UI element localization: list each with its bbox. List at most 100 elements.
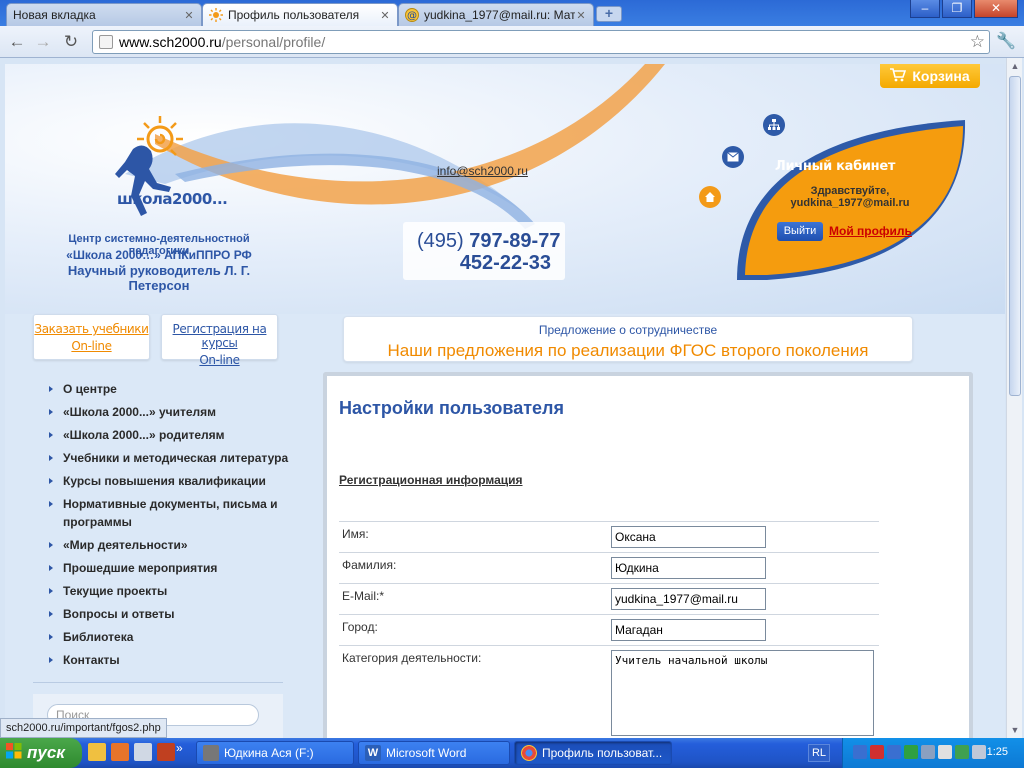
cart-button[interactable]: Корзина xyxy=(880,64,980,88)
display-icon[interactable] xyxy=(972,745,986,759)
task-explorer[interactable]: Юдкина Ася (F:) xyxy=(196,741,354,765)
word-icon: W xyxy=(365,745,381,761)
scrollbar-thumb[interactable] xyxy=(1009,76,1021,396)
sidebar-item[interactable]: «Школа 2000...» учителям xyxy=(43,403,293,421)
promo-banner[interactable]: Предложение о сотрудничестве Наши предло… xyxy=(343,316,913,362)
sitemap-icon[interactable] xyxy=(763,114,785,136)
tab-strip: Новая вкладка ✕ Профиль пользователя ✕ @… xyxy=(0,0,1024,26)
wrench-icon[interactable]: 🔧 xyxy=(996,31,1016,51)
form-row: Имя: Оксана xyxy=(339,521,879,553)
reload-icon[interactable]: ↻ xyxy=(60,31,82,53)
window-icon[interactable] xyxy=(134,743,152,761)
antivirus-icon[interactable] xyxy=(870,745,884,759)
folder-icon[interactable] xyxy=(88,743,106,761)
scroll-down-icon[interactable]: ▼ xyxy=(1009,724,1021,736)
activity-textarea[interactable]: Учитель начальной школы xyxy=(611,650,874,736)
settings-icon[interactable] xyxy=(921,745,935,759)
promo-title: Предложение о сотрудничестве xyxy=(538,323,718,337)
form-row: Фамилия: Юдкина xyxy=(339,552,879,584)
task-label: Юдкина Ася (F:) xyxy=(224,746,314,760)
city-input[interactable]: Магадан xyxy=(611,619,766,641)
volume-icon[interactable] xyxy=(938,745,952,759)
update-icon[interactable] xyxy=(904,745,918,759)
back-arrow-icon[interactable]: ← xyxy=(6,31,28,53)
url-path: /personal/profile/ xyxy=(221,34,326,50)
sidebar-item[interactable]: Текущие проекты xyxy=(43,582,293,600)
new-tab-button[interactable]: + xyxy=(596,6,622,22)
network-icon[interactable] xyxy=(887,745,901,759)
first-name-input[interactable]: Оксана xyxy=(611,526,766,548)
tab-label: yudkina_1977@mail.ru: Мате xyxy=(424,8,575,22)
quick-launch xyxy=(88,743,175,761)
sidebar-item[interactable]: О центре xyxy=(43,380,293,398)
taskbar: пуск » Юдкина Ася (F:) W Microsoft Word … xyxy=(0,738,1024,768)
logout-button[interactable]: Выйти xyxy=(777,222,823,241)
minimize-button[interactable]: – xyxy=(910,0,940,18)
close-icon[interactable]: ✕ xyxy=(183,9,195,22)
form-row: Категория деятельности: Учитель начально… xyxy=(339,645,879,738)
close-icon[interactable]: ✕ xyxy=(575,9,587,22)
forward-arrow-icon[interactable]: → xyxy=(32,31,54,53)
chrome-icon xyxy=(521,745,537,761)
close-icon[interactable]: ✕ xyxy=(379,9,391,22)
mail-icon[interactable] xyxy=(722,146,744,168)
sidebar-item[interactable]: «Мир деятельности» xyxy=(43,536,293,554)
safely-remove-icon[interactable] xyxy=(955,745,969,759)
sidebar-item[interactable]: Вопросы и ответы xyxy=(43,605,293,623)
web-page: школа2000... Центр системно-деятельностн… xyxy=(5,64,1005,738)
button-line2: On-line xyxy=(71,339,112,353)
button-line1: Регистрация на курсы xyxy=(172,322,267,350)
close-window-button[interactable]: ✕ xyxy=(974,0,1018,18)
svg-text:@: @ xyxy=(407,11,417,22)
org-name-line2: «Школа 2000…» АПКиППРО РФ xyxy=(66,248,252,262)
content-panel: Настройки пользователя Регистрационная и… xyxy=(323,372,973,738)
clock[interactable]: 1:25 xyxy=(987,746,1008,758)
sidebar-item[interactable]: «Школа 2000...» родителям xyxy=(43,426,293,444)
bookmark-star-icon[interactable]: ☆ xyxy=(970,32,985,52)
sidebar-item[interactable]: Библиотека xyxy=(43,628,293,646)
sidebar-item[interactable]: Курсы повышения квалификации xyxy=(43,472,293,490)
sun-icon xyxy=(209,8,223,22)
drive-icon xyxy=(203,745,219,761)
home-icon[interactable] xyxy=(699,186,721,208)
cart-icon xyxy=(890,67,907,85)
email-input[interactable]: yudkina_1977@mail.ru xyxy=(611,588,766,610)
sidebar-menu: О центре «Школа 2000...» учителям «Школа… xyxy=(43,380,293,674)
start-button[interactable]: пуск xyxy=(0,738,82,768)
form-row: E-Mail:* yudkina_1977@mail.ru xyxy=(339,583,879,615)
status-url: sch2000.ru/important/fgos2.php xyxy=(0,718,167,738)
task-browser[interactable]: Профиль пользоват... xyxy=(514,741,672,765)
vertical-scrollbar[interactable]: ▲ ▼ xyxy=(1006,58,1022,738)
promo-subtitle: Наши предложения по реализации ФГОС втор… xyxy=(387,341,869,360)
task-label: Профиль пользоват... xyxy=(542,746,663,760)
windows-logo-icon xyxy=(6,742,22,764)
task-word[interactable]: W Microsoft Word xyxy=(358,741,510,765)
sidebar-item[interactable]: Контакты xyxy=(43,651,293,669)
order-textbooks-button[interactable]: Заказать учебники On-line xyxy=(33,314,150,360)
tab-mail[interactable]: @ yudkina_1977@mail.ru: Мате ✕ xyxy=(398,3,594,26)
sidebar-item[interactable]: Нормативные документы, письма и программ… xyxy=(43,495,293,531)
sidebar-item[interactable]: Прошедшие мероприятия xyxy=(43,559,293,577)
cabinet-title: Личный кабинет xyxy=(775,159,896,174)
language-indicator[interactable]: RL xyxy=(808,744,830,762)
scroll-up-icon[interactable]: ▲ xyxy=(1009,60,1021,72)
network-icon[interactable] xyxy=(853,745,867,759)
field-label: Имя: xyxy=(339,521,611,553)
sidebar-item[interactable]: Учебники и методическая литература xyxy=(43,449,293,467)
section-heading: Регистрационная информация xyxy=(339,473,523,487)
chevron-right-icon[interactable]: » xyxy=(176,741,183,755)
media-icon[interactable] xyxy=(157,743,175,761)
phone-1: 797-89-77 xyxy=(469,230,561,252)
contact-email-link[interactable]: info@sch2000.ru xyxy=(437,164,528,178)
restore-button[interactable]: ❐ xyxy=(942,0,972,18)
app-icon[interactable] xyxy=(111,743,129,761)
address-bar[interactable]: www.sch2000.ru/personal/profile/ ☆ xyxy=(92,30,990,54)
tab-profile[interactable]: Профиль пользователя ✕ xyxy=(202,3,398,26)
system-tray: 1:25 xyxy=(842,738,1024,768)
url-host: www.sch2000.ru xyxy=(119,34,222,50)
last-name-input[interactable]: Юдкина xyxy=(611,557,766,579)
my-profile-link[interactable]: Мой профиль xyxy=(829,224,912,238)
course-registration-button[interactable]: Регистрация на курсы On-line xyxy=(161,314,278,367)
page-title: Настройки пользователя xyxy=(339,398,564,418)
tab-new[interactable]: Новая вкладка ✕ xyxy=(6,3,202,26)
